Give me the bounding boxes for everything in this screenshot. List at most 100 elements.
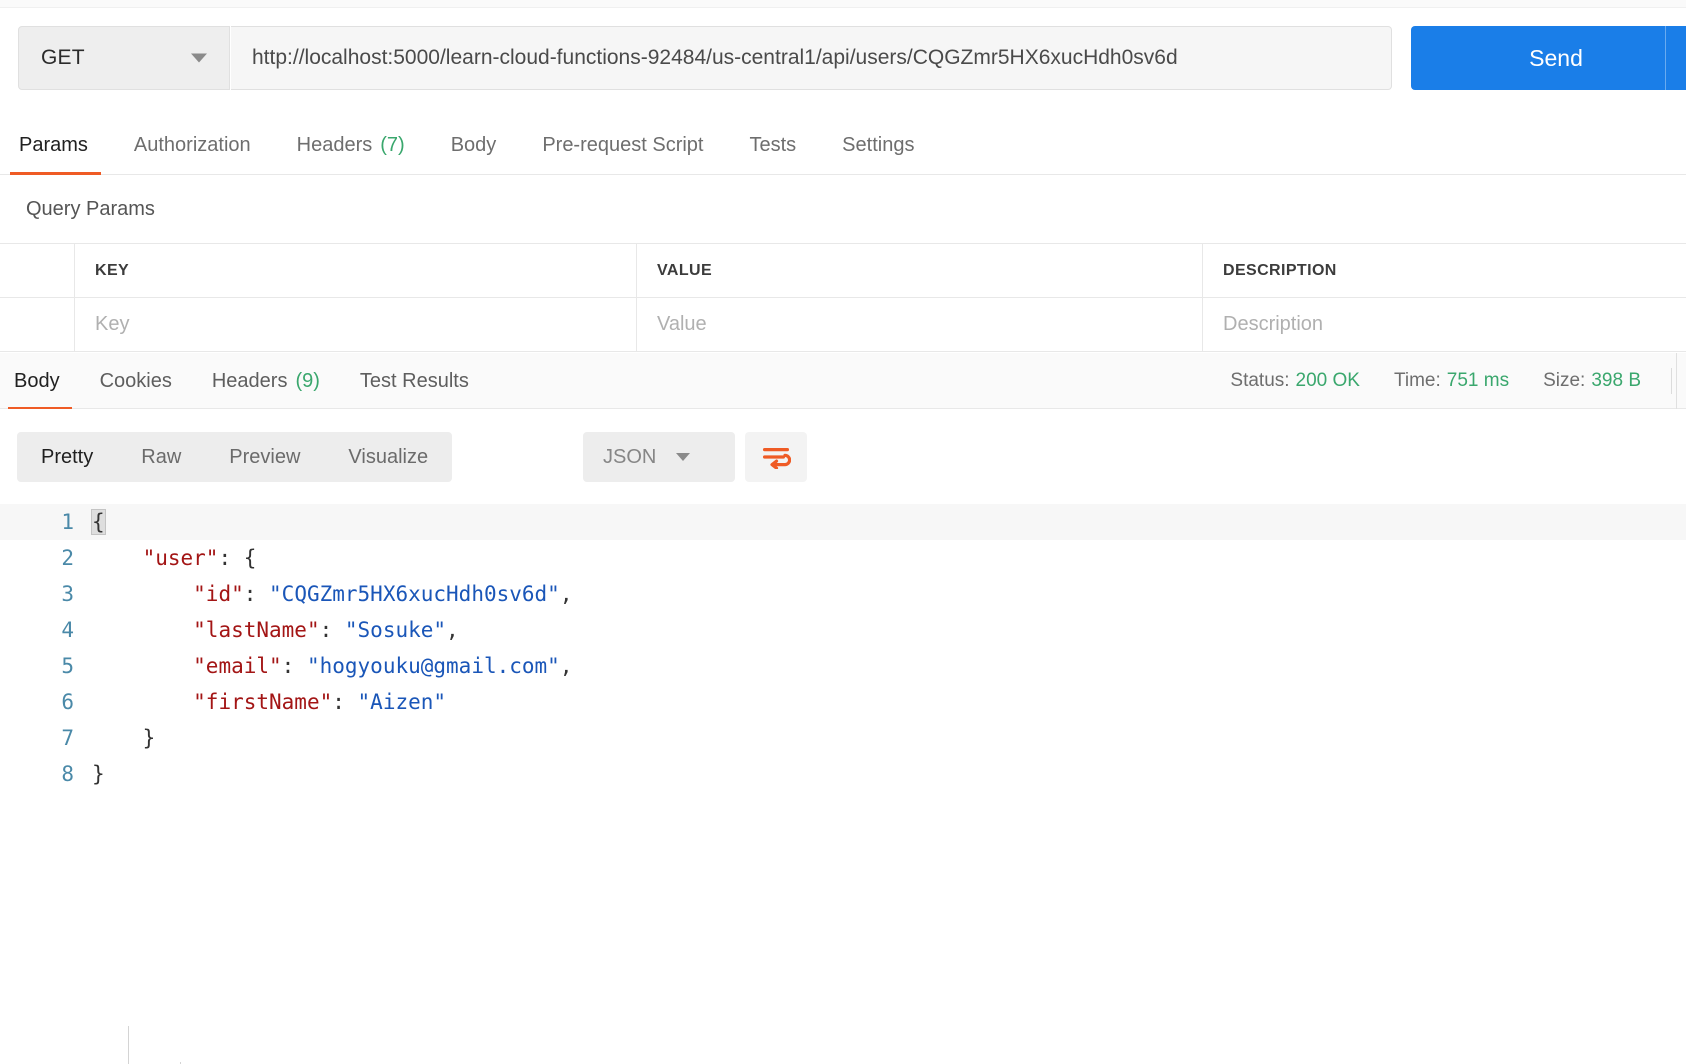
code-line-text: "lastName": "Sosuke", bbox=[92, 618, 459, 642]
format-option-preview[interactable]: Preview bbox=[205, 432, 324, 482]
tab-label: Headers bbox=[296, 134, 373, 156]
send-button-divider bbox=[1665, 26, 1666, 90]
json-key: "firstName" bbox=[193, 690, 333, 714]
request-tab-authorization[interactable]: Authorization bbox=[111, 117, 274, 174]
tab-label: Settings bbox=[842, 134, 915, 156]
indent-guide bbox=[128, 1026, 129, 1064]
code-line-text: { bbox=[91, 509, 106, 535]
json-punctuation: , bbox=[559, 582, 573, 606]
json-punctuation: : bbox=[281, 654, 307, 678]
query-params-title: Query Params bbox=[26, 197, 155, 220]
format-option-group: Pretty Raw Preview Visualize bbox=[17, 432, 453, 482]
tab-count-badge: (7) bbox=[380, 134, 405, 156]
language-select[interactable]: JSON bbox=[583, 432, 735, 482]
json-key: "lastName" bbox=[193, 618, 320, 642]
json-punctuation bbox=[92, 546, 143, 570]
http-method-select[interactable]: GET bbox=[18, 26, 230, 90]
time-label: Time: bbox=[1393, 370, 1441, 391]
request-tab-tests[interactable]: Tests bbox=[726, 117, 819, 174]
code-line: 6 "firstName": "Aizen" bbox=[0, 684, 1686, 720]
line-number: 8 bbox=[61, 762, 74, 786]
code-line: 5 "email": "hogyouku@gmail.com", bbox=[0, 648, 1686, 684]
response-tabs: Body Cookies Headers (9) Test Results bbox=[0, 353, 489, 410]
json-punctuation: { bbox=[91, 509, 106, 535]
query-params-table: KEY VALUE DESCRIPTION Key Value Descript… bbox=[0, 243, 1686, 352]
tab-label: Pre-request Script bbox=[542, 134, 704, 156]
tab-label: Test Results bbox=[359, 369, 469, 392]
meta-divider bbox=[1671, 368, 1672, 394]
status-value: 200 OK bbox=[1295, 370, 1360, 391]
response-tab-test-results[interactable]: Test Results bbox=[340, 353, 489, 409]
request-tab-settings[interactable]: Settings bbox=[819, 117, 937, 174]
response-tab-body[interactable]: Body bbox=[0, 353, 80, 410]
json-string: "Aizen" bbox=[357, 690, 447, 714]
response-body-viewer[interactable]: 1{2 "user": {3 "id": "CQGZmr5HX6xucHdh0s… bbox=[0, 504, 1686, 1064]
row-value-cell[interactable]: Value bbox=[637, 298, 1203, 351]
json-key: "email" bbox=[193, 654, 282, 678]
json-punctuation: , bbox=[446, 618, 459, 642]
http-method-label: GET bbox=[41, 46, 85, 69]
wrap-lines-button[interactable] bbox=[745, 432, 807, 482]
tab-label: Body bbox=[450, 134, 497, 156]
json-punctuation: } bbox=[92, 726, 156, 750]
table-header-row: KEY VALUE DESCRIPTION bbox=[0, 244, 1686, 298]
size-metric: Size: 398 B bbox=[1543, 370, 1641, 392]
format-option-visualize[interactable]: Visualize bbox=[324, 432, 452, 482]
request-tab-headers[interactable]: Headers (7) bbox=[274, 117, 428, 174]
tab-label: Body bbox=[14, 369, 60, 392]
json-punctuation bbox=[92, 618, 193, 642]
request-tab-pre-request-script[interactable]: Pre-request Script bbox=[519, 117, 726, 174]
tab-label: Headers bbox=[211, 369, 288, 392]
json-punctuation: : bbox=[332, 690, 358, 714]
code-line: 4 "lastName": "Sosuke", bbox=[0, 612, 1686, 648]
header-checkbox-cell bbox=[0, 244, 75, 297]
format-option-raw[interactable]: Raw bbox=[117, 432, 205, 482]
code-line-text: "id": "CQGZmr5HX6xucHdh0sv6d", bbox=[92, 582, 572, 606]
code-line-text: "firstName": "Aizen" bbox=[92, 690, 446, 714]
postman-request-response-view: GET http://localhost:5000/learn-cloud-fu… bbox=[0, 0, 1686, 1064]
header-key-cell: KEY bbox=[75, 244, 637, 297]
chevron-down-icon bbox=[676, 453, 691, 461]
row-key-cell[interactable]: Key bbox=[75, 298, 637, 351]
time-value: 751 ms bbox=[1446, 370, 1510, 391]
language-label: JSON bbox=[603, 445, 657, 468]
code-line-text: "email": "hogyouku@gmail.com", bbox=[92, 654, 573, 678]
row-description-cell[interactable]: Description bbox=[1203, 298, 1686, 351]
code-line: 3 "id": "CQGZmr5HX6xucHdh0sv6d", bbox=[0, 576, 1686, 612]
format-option-pretty[interactable]: Pretty bbox=[17, 432, 117, 482]
tab-count-badge: (9) bbox=[295, 369, 320, 392]
json-punctuation: : bbox=[243, 582, 270, 606]
response-tab-cookies[interactable]: Cookies bbox=[80, 353, 192, 409]
status-metric: Status: 200 OK bbox=[1230, 370, 1360, 392]
size-label: Size: bbox=[1543, 370, 1586, 391]
column-header-description: DESCRIPTION bbox=[1223, 261, 1337, 279]
tab-label: Cookies bbox=[99, 369, 172, 392]
json-punctuation bbox=[92, 582, 193, 606]
line-number: 6 bbox=[61, 690, 74, 714]
response-format-toolbar: Pretty Raw Preview Visualize JSON bbox=[0, 409, 1686, 504]
row-checkbox-cell[interactable] bbox=[0, 298, 75, 351]
json-key: "user" bbox=[142, 546, 219, 570]
table-row[interactable]: Key Value Description bbox=[0, 298, 1686, 352]
send-button[interactable]: Send bbox=[1411, 26, 1686, 90]
response-tab-headers[interactable]: Headers (9) bbox=[192, 353, 340, 409]
code-line-text: } bbox=[92, 726, 156, 750]
request-tabs: Params Authorization Headers (7) Body Pre-req… bbox=[0, 117, 1686, 175]
json-key: "id" bbox=[193, 582, 244, 606]
json-string: "Sosuke" bbox=[344, 618, 447, 642]
request-tab-body[interactable]: Body bbox=[428, 117, 520, 174]
wrap-lines-icon bbox=[763, 448, 791, 469]
url-input[interactable]: http://localhost:5000/learn-cloud-functi… bbox=[231, 26, 1392, 90]
line-number: 5 bbox=[61, 654, 74, 678]
code-line-text: "user": { bbox=[92, 546, 257, 570]
request-tab-params[interactable]: Params bbox=[0, 117, 111, 175]
code-lines: 1{2 "user": {3 "id": "CQGZmr5HX6xucHdh0s… bbox=[0, 504, 1686, 792]
json-punctuation: , bbox=[559, 654, 573, 678]
column-header-key: KEY bbox=[95, 261, 130, 279]
url-input-value: http://localhost:5000/learn-cloud-functi… bbox=[252, 46, 1178, 69]
tab-label: Tests bbox=[749, 134, 797, 156]
time-metric: Time: 751 ms bbox=[1394, 370, 1509, 392]
query-params-header: Query Params bbox=[0, 175, 1686, 243]
chevron-down-icon bbox=[191, 53, 207, 63]
column-header-value: VALUE bbox=[657, 261, 713, 279]
